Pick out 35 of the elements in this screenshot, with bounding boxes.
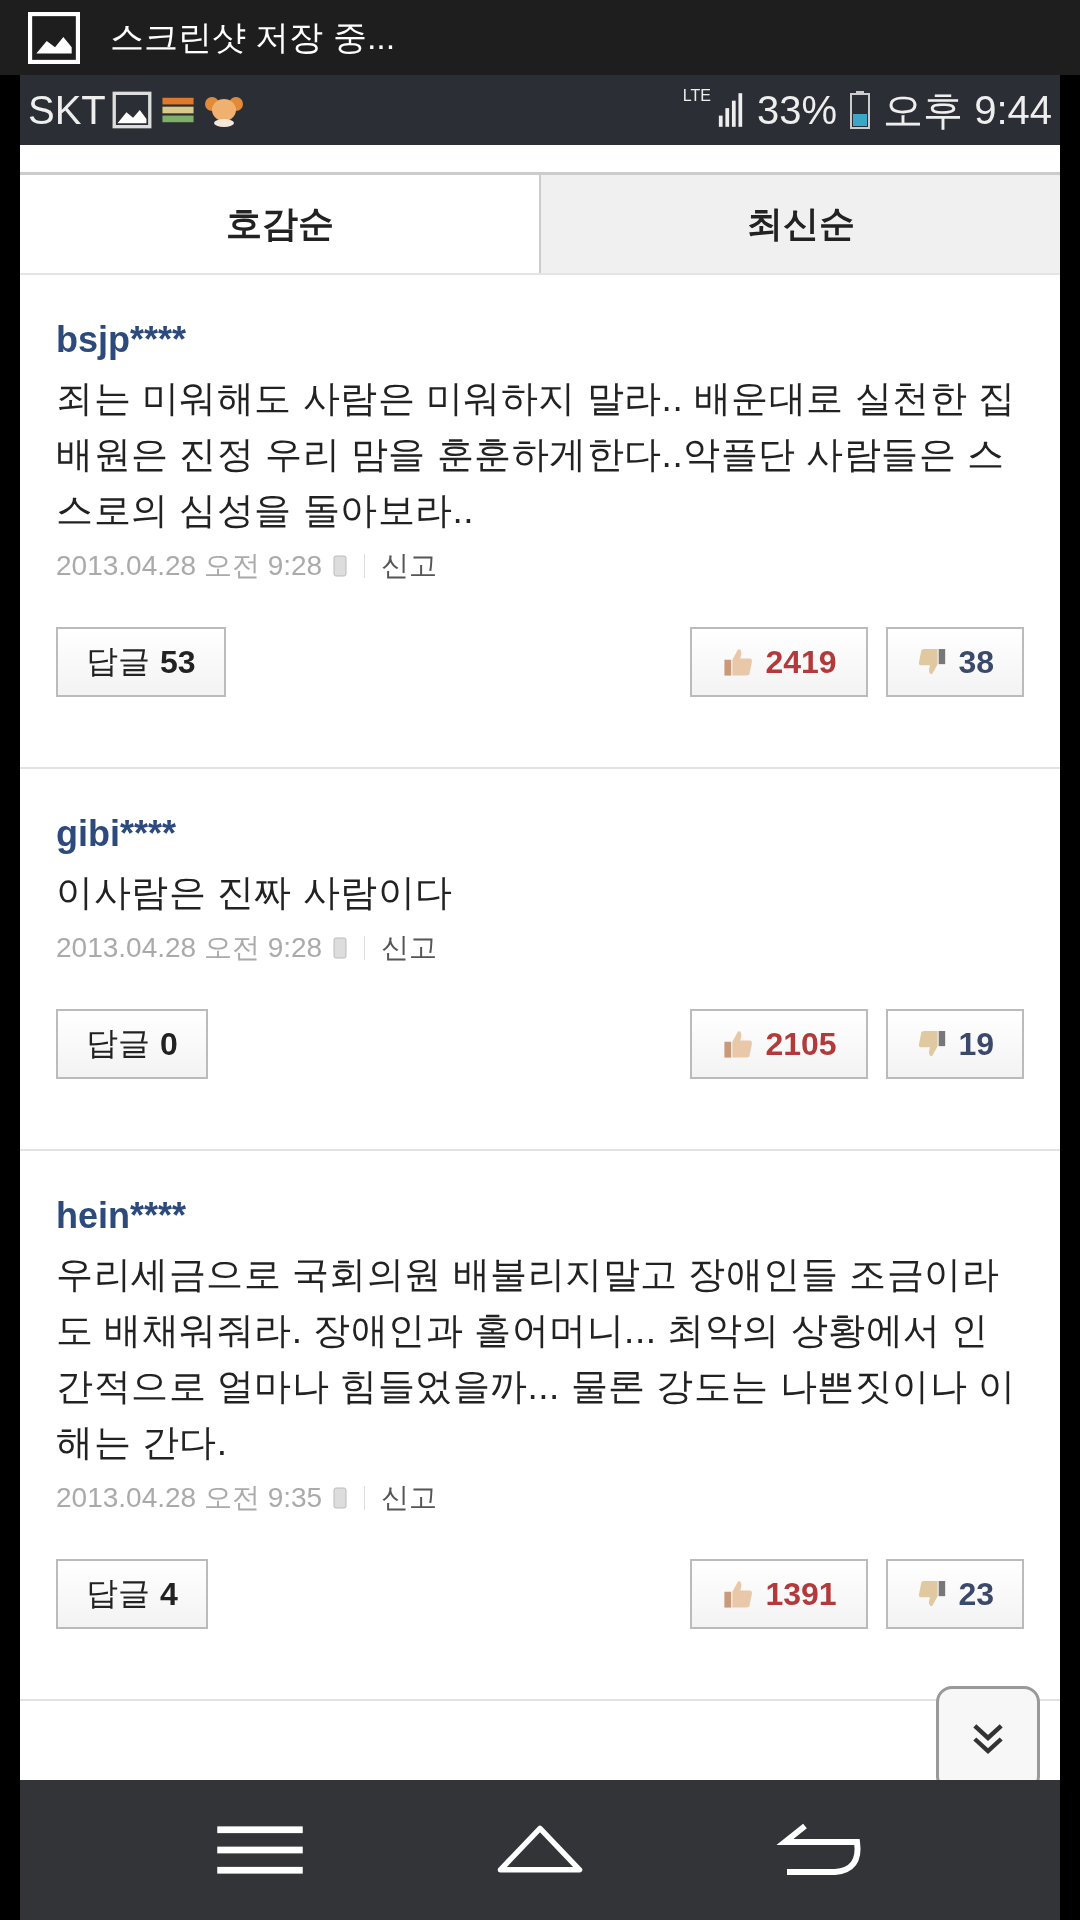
username: bsjp****: [56, 318, 188, 362]
image-icon: [111, 90, 152, 130]
clock-time: 오후 9:44: [883, 86, 1052, 134]
reply-button[interactable]: 답글 53: [56, 627, 226, 697]
report-link[interactable]: 신고: [381, 547, 438, 585]
sort-tab[interactable]: 최신순: [539, 175, 1060, 273]
phone-icon: [332, 1487, 349, 1509]
report-link[interactable]: 신고: [381, 1479, 438, 1517]
comment-text: 우리세금으로 국회의원 배불리지말고 장애인들 조금이라도 배채워줘라. 장애인과 홀어머니... 최악의 상황에서 인간적으로 얼마나 힘들었을까... 물론 강도는 나쁜짓이나 이해는 간다.: [56, 1253, 1017, 1465]
phone-icon: [332, 555, 349, 577]
comment-text: 죄는 미워해도 사람은 미워하지 말라.. 배운대로 실천한 집배원은 진정 우리 맘을 훈훈하게한다..악플단 사람들은 스스로의 심성을 돌아보라..: [56, 377, 1017, 533]
dislike-button[interactable]: 23: [886, 1559, 1024, 1629]
like-button[interactable]: 2105: [690, 1009, 868, 1079]
battery-percent: 33%: [756, 87, 838, 133]
dislike-button[interactable]: 19: [886, 1009, 1024, 1079]
dislike-button[interactable]: 38: [886, 627, 1024, 697]
comment-date: 2013.04.28 오전 9:28: [56, 549, 323, 583]
comment-text: 이사람은 진짜 사람이다: [56, 871, 454, 915]
like-button[interactable]: 2419: [690, 627, 868, 697]
comment-date: 2013.04.28 오전 9:35: [56, 1481, 323, 1515]
reply-button[interactable]: 답글 4: [56, 1559, 208, 1629]
phone-icon: [332, 937, 349, 959]
signal-icon: [716, 90, 745, 130]
comment-date: 2013.04.28 오전 9:28: [56, 931, 323, 965]
notification-text: 스크린샷 저장 중...: [110, 16, 396, 58]
scroll-down-button[interactable]: [936, 1686, 1040, 1780]
reply-button[interactable]: 답글 0: [56, 1009, 208, 1079]
like-button[interactable]: 1391: [690, 1559, 868, 1629]
username: gibi****: [56, 812, 178, 856]
network-label: LTE: [682, 87, 711, 105]
carrier-name: SKT: [28, 87, 106, 133]
image-icon: [28, 11, 80, 64]
report-link[interactable]: 신고: [381, 929, 438, 967]
battery-icon: [849, 90, 872, 130]
username: hein****: [56, 1194, 188, 1238]
